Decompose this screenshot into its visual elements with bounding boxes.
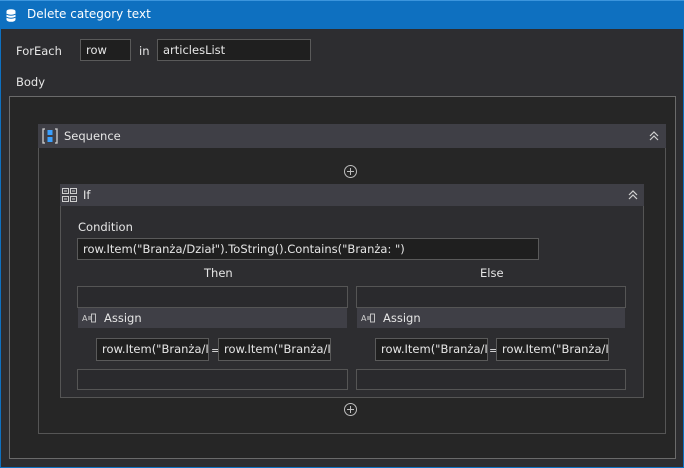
else-label: Else [480, 266, 504, 280]
add-activity-plus-icon[interactable] [344, 403, 357, 416]
if-title[interactable]: If [83, 188, 90, 202]
else-assign-header[interactable]: A Assign [357, 308, 625, 328]
condition-label: Condition [78, 220, 133, 234]
activity-title[interactable]: Delete category text [27, 7, 151, 21]
database-icon [6, 9, 16, 22]
condition-input[interactable]: row.Item("Branża/Dział").ToString().Cont… [77, 238, 539, 260]
then-assign-to-input[interactable]: row.Item("Branża/I [96, 338, 209, 361]
add-activity-plus-icon[interactable] [344, 165, 357, 178]
then-assign-header[interactable]: A Assign [78, 308, 347, 328]
svg-text:A: A [82, 314, 88, 323]
then-assign-value-input[interactable]: row.Item("Branża/I [218, 338, 331, 361]
double-chevron-up-icon[interactable] [627, 189, 639, 201]
body-label: Body [16, 75, 46, 89]
then-assign-title[interactable]: Assign [104, 311, 142, 325]
sequence-icon [42, 128, 58, 144]
sequence-header[interactable]: Sequence [38, 124, 666, 148]
svg-text:A: A [361, 314, 367, 323]
else-assign-to-input[interactable]: row.Item("Branża/I [375, 338, 488, 361]
activity-header[interactable]: Delete category text [0, 0, 684, 29]
assign-icon: A [361, 313, 375, 323]
then-label: Then [204, 266, 233, 280]
foreach-item-variable-input[interactable]: row [80, 39, 131, 61]
sequence-title[interactable]: Sequence [64, 129, 121, 143]
foreach-label: ForEach [16, 44, 62, 58]
else-assign-title[interactable]: Assign [383, 311, 421, 325]
if-header[interactable]: If [60, 184, 644, 206]
foreach-collection-input[interactable]: articlesList [157, 39, 311, 61]
double-chevron-up-icon[interactable] [648, 130, 660, 142]
assign-icon: A [82, 313, 96, 323]
in-label: in [139, 44, 150, 58]
else-assign-value-input[interactable]: row.Item("Branża/I [496, 338, 609, 361]
if-icon [62, 188, 77, 202]
